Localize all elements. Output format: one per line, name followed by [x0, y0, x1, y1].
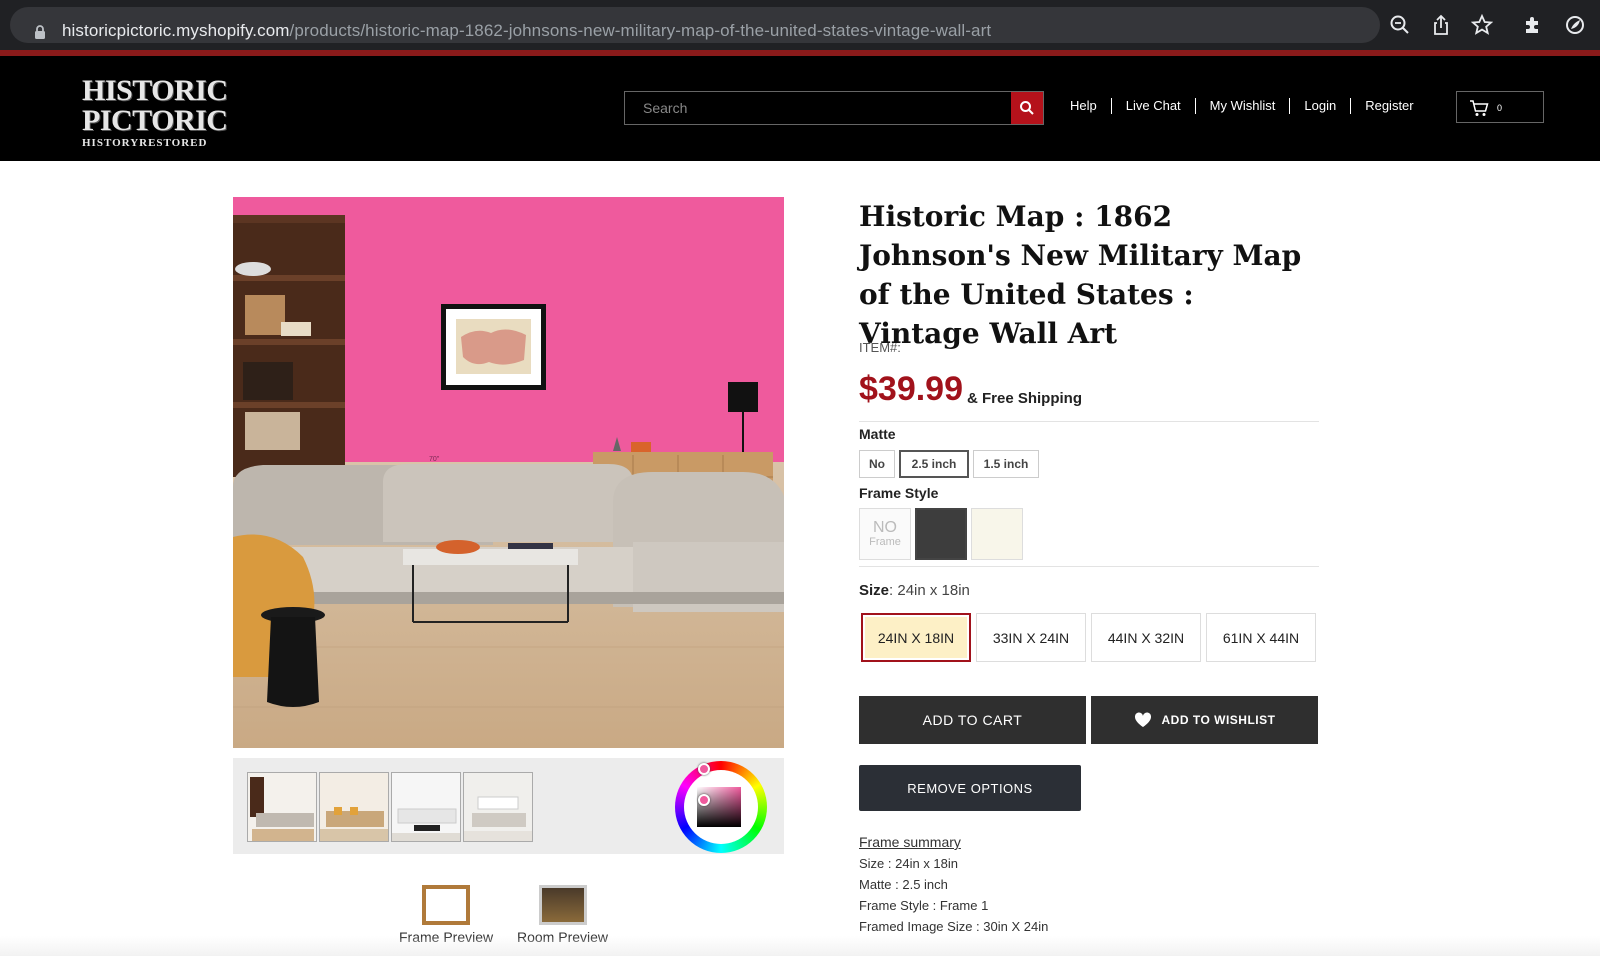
cart-icon [1470, 100, 1489, 116]
matte-option-2-5-inch[interactable]: 2.5 inch [899, 450, 969, 478]
bookmark-star-icon[interactable] [1471, 14, 1493, 36]
size-option-61x44[interactable]: 61IN X 44IN [1206, 613, 1316, 662]
remove-options-button[interactable]: REMOVE OPTIONS [859, 765, 1081, 811]
site-logo[interactable]: HISTORIC PICTORIC HISTORYRESTORED [82, 76, 232, 149]
room-thumbnail-2[interactable] [319, 772, 389, 842]
address-bar[interactable]: historicpictoric.myshopify.com/products/… [10, 7, 1380, 43]
summary-matte: Matte : 2.5 inch [859, 877, 948, 892]
search-input[interactable] [625, 92, 1011, 124]
shipping-note: & Free Shipping [967, 390, 1083, 407]
matte-option-no[interactable]: No [859, 450, 895, 478]
add-to-wishlist-button[interactable]: ADD TO WISHLIST [1091, 696, 1318, 744]
frame-option-none[interactable]: NO Frame [859, 508, 911, 560]
share-icon[interactable] [1430, 14, 1452, 36]
nav-live-chat-link[interactable]: Live Chat [1110, 98, 1195, 114]
product-price: $39.99 [859, 370, 963, 408]
frame-option-cream[interactable] [971, 508, 1023, 560]
summary-framed-size: Framed Image Size : 30in X 24in [859, 919, 1049, 934]
room-scene-illustration: 70" [233, 215, 784, 748]
frame-style-label: Frame Style [859, 485, 939, 501]
item-number: ITEM#: [859, 340, 901, 355]
search-icon [1020, 101, 1034, 115]
nav-help-link[interactable]: Help [1058, 98, 1111, 114]
matte-label: Matte [859, 426, 896, 442]
scroll-fade [0, 936, 1600, 956]
browser-toolbar: historicpictoric.myshopify.com/products/… [0, 0, 1600, 50]
search-bar [624, 91, 1044, 125]
zoom-icon[interactable] [1389, 14, 1411, 36]
product-title: Historic Map : 1862 Johnson's New Milita… [859, 200, 1302, 350]
wall-color-picker[interactable] [675, 761, 767, 853]
extensions-puzzle-icon[interactable] [1522, 14, 1544, 36]
nav-wishlist-link[interactable]: My Wishlist [1194, 98, 1290, 114]
size-option-33x24[interactable]: 33IN X 24IN [976, 613, 1086, 662]
cart-count: 0 [1497, 103, 1503, 113]
summary-size: Size : 24in x 18in [859, 856, 959, 871]
header-nav: Help Live Chat My Wishlist Login Registe… [1058, 98, 1428, 114]
hue-handle[interactable] [698, 763, 710, 775]
summary-frame-style: Frame Style : Frame 1 [859, 898, 989, 913]
lock-icon [35, 25, 45, 39]
cart-button[interactable]: 0 [1456, 91, 1544, 123]
divider [859, 566, 1319, 567]
nav-register-link[interactable]: Register [1350, 98, 1427, 114]
size-option-44x32[interactable]: 44IN X 32IN [1091, 613, 1201, 662]
frame-summary: Frame summary Size : 24in x 18in Matte :… [859, 832, 1048, 937]
color-saturation-square[interactable] [697, 787, 741, 827]
gallery-thumbnail-bar [233, 758, 784, 854]
room-thumbnail-4[interactable] [463, 772, 533, 842]
room-thumbnail-3[interactable] [391, 772, 461, 842]
search-button[interactable] [1011, 92, 1043, 124]
site-header: HISTORIC PICTORIC HISTORYRESTORED Help L… [0, 56, 1600, 161]
size-label: Size: 24in x 18in [859, 582, 970, 599]
size-option-24x18[interactable]: 24IN X 18IN [861, 613, 971, 662]
frame-preview-icon [422, 885, 471, 925]
dimension-label: 70" [429, 456, 440, 463]
divider [859, 421, 1319, 422]
product-room-image: 70" [233, 197, 784, 748]
nav-login-link[interactable]: Login [1289, 98, 1350, 114]
frame-option-black[interactable] [915, 508, 967, 560]
add-to-cart-button[interactable]: ADD TO CART [859, 696, 1086, 744]
room-preview-icon [538, 885, 587, 925]
room-thumbnail-1[interactable] [247, 772, 317, 842]
extension-leaf-icon[interactable] [1564, 14, 1586, 36]
color-handle[interactable] [698, 794, 710, 806]
url-text: historicpictoric.myshopify.com/products/… [62, 21, 992, 40]
frame-summary-heading[interactable]: Frame summary [859, 832, 1048, 853]
heart-icon [1134, 712, 1151, 727]
matte-option-1-5-inch[interactable]: 1.5 inch [973, 450, 1039, 478]
